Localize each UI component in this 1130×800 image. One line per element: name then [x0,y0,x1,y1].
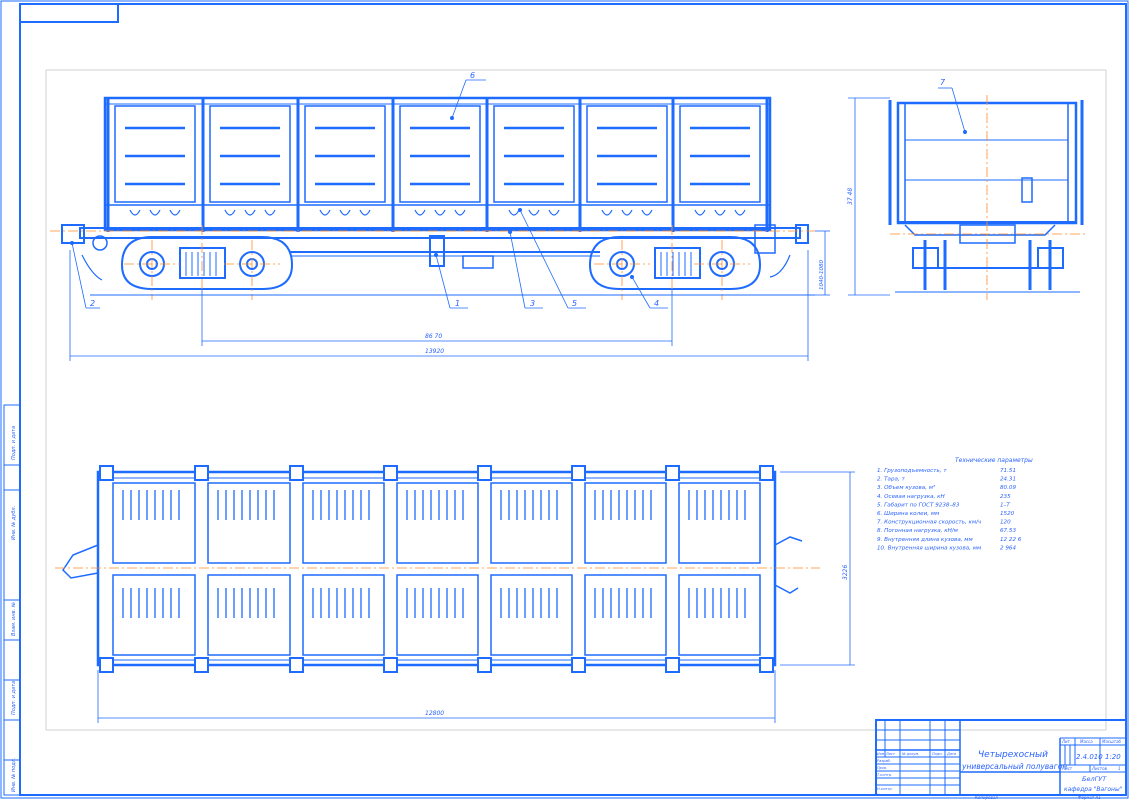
tech-title: Технические параметры [955,457,1033,464]
tech-row-value: 12 22 6 [1000,537,1022,543]
stamp-scale-value: 1:20 [1105,753,1121,761]
stamp-title-1: Четырехосный [978,750,1048,760]
callout-7: 7 [940,78,946,87]
inner-frame [19,3,1127,796]
tech-params: Технические параметры 1. Грузоподъемност… [877,457,1033,551]
callout-1: 1 [455,299,460,308]
stamp-mass: Масса [1080,739,1093,744]
dim-13920: 13920 [425,348,444,355]
stamp-izm: Изм [877,752,884,756]
tech-row-label: 2. Тара, т [877,477,905,483]
tech-row-value: 1–Т [1000,502,1010,508]
tech-row-value: 1520 [1000,511,1015,517]
stamp-ndoc: № докум. [901,752,919,756]
top-view [62,465,803,673]
tech-row-value: 67.53 [1000,528,1016,534]
stamp-org-2: кафедра "Вагоны" [1064,786,1123,793]
end-leader-dot [963,130,967,134]
tech-row-value: 80.09 [1000,485,1016,491]
side-stamp-4: Подп. и дата [11,681,17,715]
top-left-stamp [19,3,119,23]
tech-row-label: 4. Осевая нагрузка, кН [877,494,946,500]
tech-row-value: 235 [1000,494,1011,500]
stamp-org-1: БелГУТ [1082,775,1107,783]
end-view [888,100,1084,293]
stamp-razrab: Разраб. [877,759,891,763]
stamp-sheets-value: 1 [1118,766,1121,771]
callout-2: 2 [90,299,95,308]
end-view-centerline [890,95,1085,300]
stamp-bottom-2: Формат А1 [1078,795,1101,800]
dim-8670: 86 70 [425,333,442,340]
callout-3: 3 [530,299,535,308]
drawing-sheet: Подп. и дата Инв. № дубл. Взам. инв. № П… [0,0,1129,800]
tech-row-label: 8. Погонная нагрузка, кН/м [877,528,959,534]
stamp-bottom-1: Копировал [975,795,998,800]
end-leader [938,87,966,133]
dim-3750: 37 48 [847,188,854,205]
tech-row-value: 71.51 [1000,468,1016,474]
callout-6: 6 [470,71,475,80]
callout-5: 5 [572,299,577,308]
tech-row-value: 2 964 [1000,545,1016,551]
dim-3226: 3226 [842,565,849,580]
tech-row-label: 7. Конструкционная скорость, км/ч [877,520,982,526]
stamp-designation: 2.4.010 [1076,753,1103,761]
stamp-scale: Масштаб [1102,739,1122,744]
dim-1040: 1040-1080 [819,260,825,290]
tech-row-label: 1. Грузоподъемность, т [877,468,947,474]
stamp-sheet: Лист [1061,766,1073,771]
sheet-border [0,0,1129,799]
top-dims [97,471,855,723]
tech-row-label: 5. Габарит по ГОСТ 9238–83 [877,502,960,508]
callout-4: 4 [654,299,659,308]
side-stamp-3: Взам. инв. № [11,602,17,636]
tech-row-label: 9. Внутренняя длина кузова, мм [877,537,974,543]
stamp-lit: Лит [1061,739,1071,744]
stamp-utv: Утв. [877,793,884,797]
side-stamp [3,404,21,796]
tech-rows: 1. Грузоподъемность, т 71.51 2. Тара, т 24.… [877,468,1022,551]
tech-row-label: 6. Ширина колеи, мм [877,511,940,517]
side-stamp-1: Подп. и дата [11,426,17,460]
stamp-podp: Подп. [932,752,943,756]
stamp-list: Лист [885,752,896,756]
tech-row-label: 3. Объем кузова, м³ [877,484,936,491]
tech-row-value: 24.31 [1000,477,1016,483]
stamp-sheets: Листов [1091,766,1108,771]
side-leader-dots [70,116,634,279]
drawing-area [45,69,1107,731]
stamp-tkontr: Т.контр. [877,773,892,777]
side-stamp-2: Инв. № дубл. [11,506,17,540]
side-stamp-5: Инв. № подл. [11,758,17,793]
stamp-title-2: универсальный полувагон [961,762,1067,771]
dim-12800: 12800 [425,710,444,717]
stamp-data: Дата [946,752,956,756]
tech-row-value: 120 [1000,520,1011,526]
tech-row-label: 10. Внутренняя ширина кузова, мм [877,545,982,551]
stamp-prov: Пров. [877,766,887,770]
side-view [61,96,809,290]
stamp-nkontr: Н.контр. [877,787,893,791]
